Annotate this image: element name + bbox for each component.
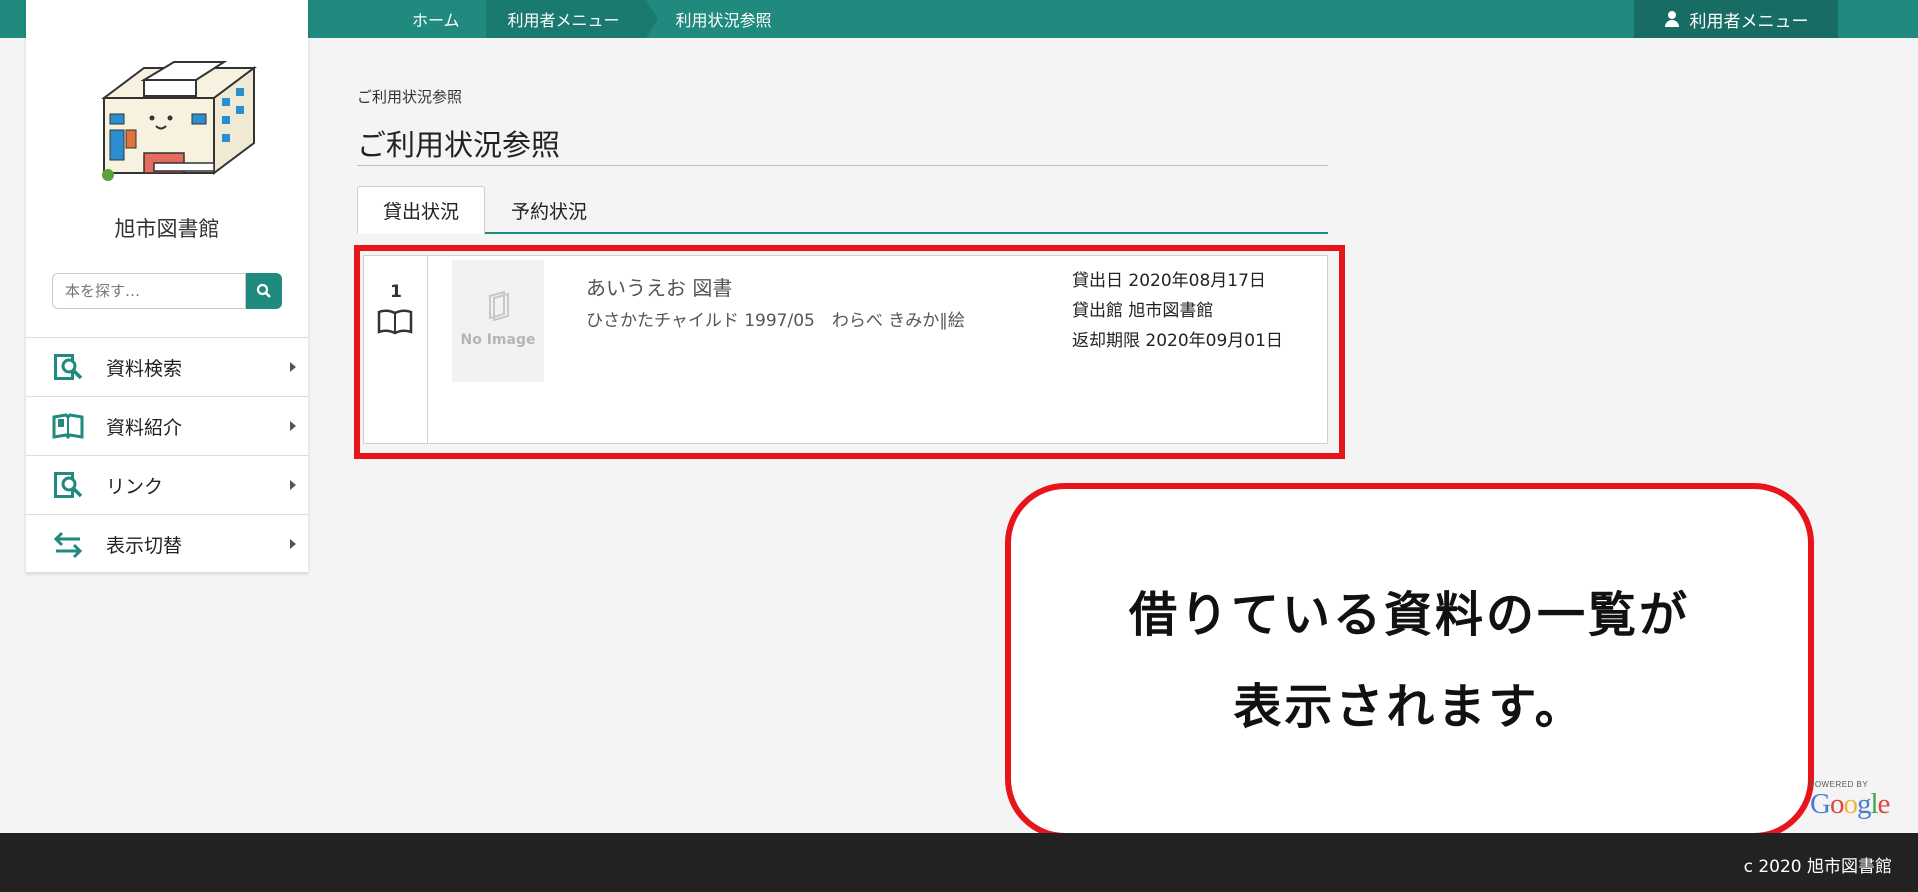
- sidebar-item-label: 資料検索: [106, 357, 183, 380]
- sidebar-item-label: 表示切替: [106, 534, 183, 557]
- breadcrumb-current: 利用状況参照: [675, 11, 772, 30]
- sidebar: 旭市図書館 資料検索 資料紹介: [26, 0, 308, 574]
- sidebar-item-label: リンク: [106, 475, 164, 498]
- open-book-icon: [52, 413, 84, 440]
- library-logo: [101, 61, 257, 181]
- page-breadcrumb: ご利用状況参照: [357, 88, 463, 106]
- chevron-right-icon: [290, 362, 296, 372]
- annotation-callout: 借りている資料の一覧が 表示されます。: [1005, 483, 1814, 839]
- swap-arrows-icon: [53, 531, 83, 559]
- breadcrumb: ホーム 利用者メニュー 利用状況参照: [390, 0, 798, 38]
- sidebar-item-links[interactable]: リンク: [26, 456, 308, 515]
- powered-by-google: POWERED BY Google: [1806, 780, 1890, 824]
- user-icon: [1664, 11, 1680, 27]
- callout-text: 借りている資料の一覧が 表示されます。: [1129, 569, 1690, 753]
- search-button[interactable]: [246, 273, 282, 309]
- sidebar-item-material-intro[interactable]: 資料紹介: [26, 397, 308, 456]
- search-input[interactable]: [52, 273, 246, 309]
- tab-bar: 貸出状況 予約状況: [357, 186, 1328, 234]
- callout-line: 表示されます。: [1233, 679, 1586, 735]
- search-icon: [256, 283, 271, 298]
- breadcrumb-user-menu[interactable]: 利用者メニュー: [485, 0, 658, 38]
- annotation-highlight-box: [354, 245, 1345, 459]
- title-divider: [357, 165, 1328, 166]
- callout-line: 借りている資料の一覧が: [1128, 587, 1690, 643]
- sidebar-nav: 資料検索 資料紹介 リンク 表示切替: [26, 337, 308, 574]
- chevron-right-icon: [290, 421, 296, 431]
- footer: c 2020 旭市図書館: [0, 833, 1918, 892]
- chevron-right-icon: [290, 539, 296, 549]
- user-menu-label: 利用者メニュー: [1689, 11, 1809, 32]
- sidebar-item-display-toggle[interactable]: 表示切替: [26, 515, 308, 574]
- chevron-right-icon: [290, 480, 296, 490]
- footer-copyright: c 2020 旭市図書館: [1743, 857, 1892, 877]
- breadcrumb-home[interactable]: ホーム: [390, 0, 486, 38]
- sidebar-item-label: 資料紹介: [106, 416, 183, 439]
- library-name: 旭市図書館: [114, 217, 220, 241]
- page-title: ご利用状況参照: [357, 128, 561, 162]
- search-book-icon: [54, 472, 83, 498]
- sidebar-item-material-search[interactable]: 資料検索: [26, 338, 308, 397]
- tab-reservation-status[interactable]: 予約状況: [485, 186, 613, 234]
- user-menu-button[interactable]: 利用者メニュー: [1634, 0, 1838, 38]
- google-logo: Google: [1810, 788, 1890, 820]
- search-box: [52, 273, 282, 309]
- search-book-icon: [54, 354, 83, 380]
- tab-loan-status[interactable]: 貸出状況: [357, 186, 485, 234]
